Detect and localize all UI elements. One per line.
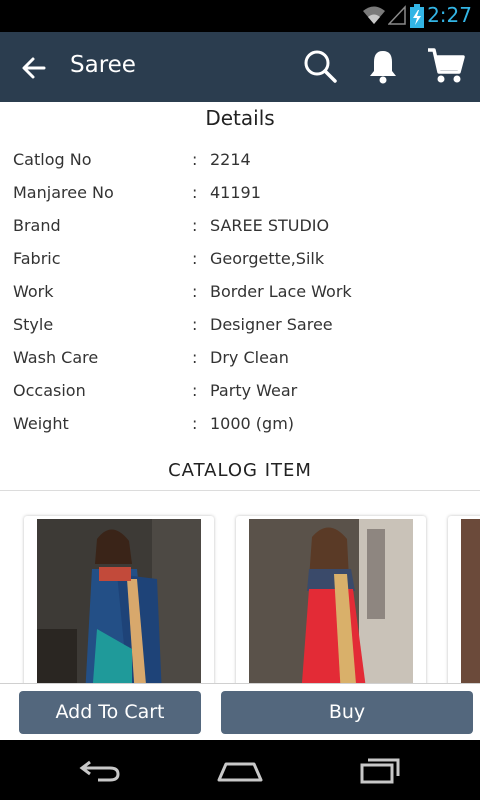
- app-bar: Saree: [0, 32, 480, 102]
- detail-value: 1000 (gm): [210, 414, 295, 433]
- detail-value: Designer Saree: [210, 315, 333, 334]
- notification-bell-icon[interactable]: [366, 48, 400, 88]
- catalog-item-card[interactable]: [24, 516, 214, 696]
- wifi-icon: [362, 4, 386, 30]
- detail-label: Catlog No: [13, 150, 92, 169]
- detail-label: Fabric: [13, 249, 61, 268]
- detail-label: Wash Care: [13, 348, 99, 367]
- detail-separator: :: [192, 414, 198, 433]
- detail-separator: :: [192, 282, 198, 301]
- back-arrow-icon[interactable]: [18, 52, 50, 84]
- detail-separator: :: [192, 348, 198, 367]
- detail-row-style: Style : Designer Saree: [0, 315, 480, 348]
- detail-separator: :: [192, 381, 198, 400]
- saree-red-image: [249, 519, 413, 696]
- search-icon[interactable]: [302, 48, 338, 88]
- detail-row-catalog-no: Catlog No : 2214: [0, 150, 480, 183]
- saree-image: [461, 519, 480, 696]
- divider: [0, 490, 480, 491]
- detail-row-weight: Weight : 1000 (gm): [0, 414, 480, 447]
- detail-value: Border Lace Work: [210, 282, 352, 301]
- detail-row-occasion: Occasion : Party Wear: [0, 381, 480, 414]
- detail-label: Work: [13, 282, 54, 301]
- home-nav-icon[interactable]: [216, 756, 264, 788]
- saree-blue-image: [37, 519, 201, 696]
- detail-value: SAREE STUDIO: [210, 216, 330, 235]
- catalog-heading: CATALOG ITEM: [168, 460, 312, 481]
- detail-value: Party Wear: [210, 381, 298, 400]
- details-heading: Details: [205, 106, 275, 130]
- detail-row-manjaree-no: Manjaree No : 41191: [0, 183, 480, 216]
- detail-label: Brand: [13, 216, 61, 235]
- cart-icon[interactable]: [426, 46, 466, 90]
- detail-label: Weight: [13, 414, 69, 433]
- detail-label: Manjaree No: [13, 183, 114, 202]
- detail-row-work: Work : Border Lace Work: [0, 282, 480, 315]
- detail-separator: :: [192, 150, 198, 169]
- status-time: 2:27: [427, 3, 472, 27]
- bottom-action-bar: Add To Cart Buy: [0, 683, 480, 740]
- page-title: Saree: [70, 52, 136, 78]
- detail-row-brand: Brand : SAREE STUDIO: [0, 216, 480, 249]
- detail-row-fabric: Fabric : Georgette,Silk: [0, 249, 480, 282]
- detail-separator: :: [192, 315, 198, 334]
- detail-row-wash-care: Wash Care : Dry Clean: [0, 348, 480, 381]
- system-nav-bar: [0, 740, 480, 800]
- add-to-cart-button[interactable]: Add To Cart: [19, 691, 201, 734]
- detail-value: Dry Clean: [210, 348, 289, 367]
- detail-value: 41191: [210, 183, 261, 202]
- detail-separator: :: [192, 216, 198, 235]
- buy-button[interactable]: Buy: [221, 691, 473, 734]
- detail-value: 2214: [210, 150, 251, 169]
- catalog-item-card[interactable]: [448, 516, 480, 696]
- status-bar: 2:27: [0, 0, 480, 32]
- detail-separator: :: [192, 249, 198, 268]
- detail-separator: :: [192, 183, 198, 202]
- battery-charging-icon: [410, 4, 424, 32]
- signal-icon: [387, 5, 406, 29]
- detail-label: Occasion: [13, 381, 86, 400]
- back-nav-icon[interactable]: [78, 756, 122, 788]
- detail-label: Style: [13, 315, 54, 334]
- detail-value: Georgette,Silk: [210, 249, 325, 268]
- catalog-item-card[interactable]: [236, 516, 426, 696]
- recent-apps-icon[interactable]: [358, 756, 402, 788]
